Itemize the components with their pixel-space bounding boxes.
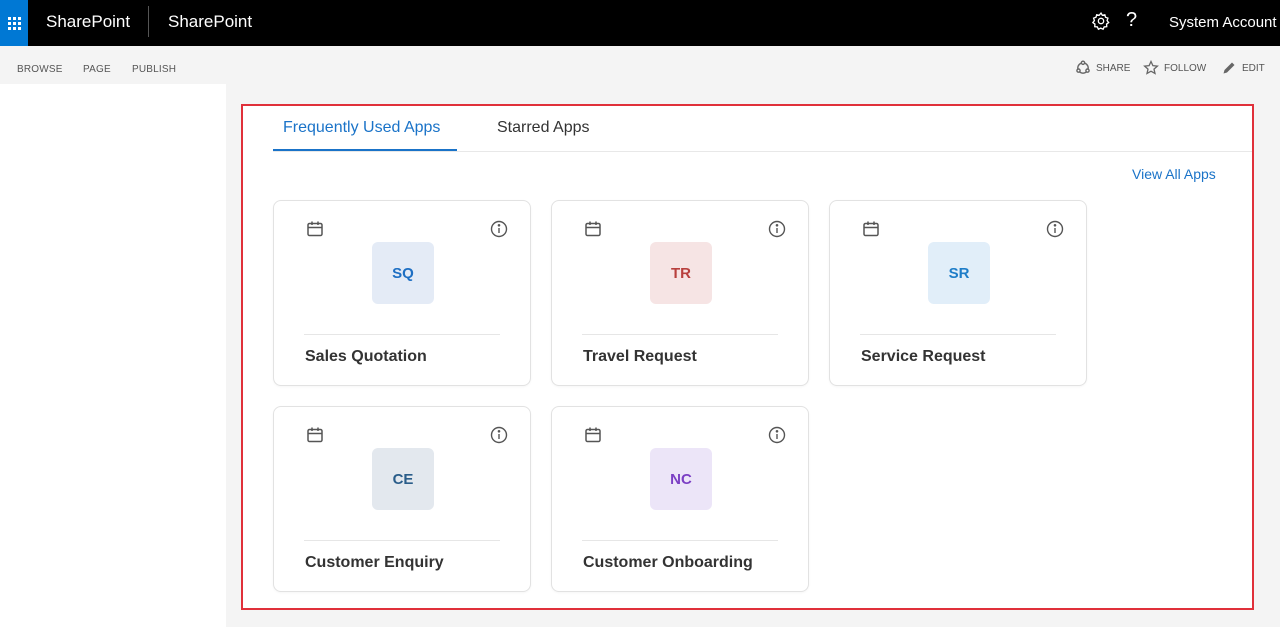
share-label: SHARE xyxy=(1096,62,1131,74)
ribbon-tab-page[interactable]: PAGE xyxy=(83,64,111,75)
active-tab-indicator xyxy=(273,149,457,151)
info-icon[interactable] xyxy=(768,220,786,238)
calendar-icon xyxy=(307,221,323,237)
info-icon[interactable] xyxy=(490,220,508,238)
follow-button[interactable]: FOLLOW xyxy=(1143,60,1206,76)
view-all-apps-link[interactable]: View All Apps xyxy=(1132,166,1216,182)
app-tile: SQ xyxy=(372,242,434,304)
card-divider xyxy=(582,540,778,541)
card-divider xyxy=(860,334,1056,335)
info-icon[interactable] xyxy=(1046,220,1064,238)
info-icon[interactable] xyxy=(768,426,786,444)
calendar-icon xyxy=(307,427,323,443)
brand-label[interactable]: SharePoint xyxy=(46,12,130,32)
waffle-icon xyxy=(7,16,21,30)
ribbon: BROWSE PAGE PUBLISH SHARE FOLLOW EDIT xyxy=(0,46,1280,84)
left-navigation xyxy=(0,84,226,627)
app-name: Customer Onboarding xyxy=(583,554,753,571)
card-divider xyxy=(582,334,778,335)
share-icon xyxy=(1076,60,1090,74)
follow-label: FOLLOW xyxy=(1164,62,1207,74)
pencil-icon xyxy=(1223,62,1235,74)
app-card-customer-enquiry[interactable]: CE Customer Enquiry xyxy=(273,406,531,592)
app-tile: SR xyxy=(928,242,990,304)
app-card-travel-request[interactable]: TR Travel Request xyxy=(551,200,809,386)
app-card-sales-quotation[interactable]: SQ Sales Quotation xyxy=(273,200,531,386)
calendar-icon xyxy=(863,221,879,237)
star-icon xyxy=(1143,60,1159,75)
edit-button[interactable]: EDIT xyxy=(1221,60,1265,76)
app-tile: NC xyxy=(650,448,712,510)
ribbon-tab-browse[interactable]: BROWSE xyxy=(17,64,63,75)
app-name: Travel Request xyxy=(583,348,697,365)
calendar-icon xyxy=(585,427,601,443)
apps-panel: Frequently Used Apps Starred Apps View A… xyxy=(241,104,1254,610)
app-name: Customer Enquiry xyxy=(305,554,444,571)
app-tile: TR xyxy=(650,242,712,304)
card-divider xyxy=(304,540,500,541)
tab-starred-apps[interactable]: Starred Apps xyxy=(497,119,590,137)
calendar-icon xyxy=(585,221,601,237)
share-button[interactable]: SHARE xyxy=(1075,60,1130,76)
apps-tab-bar: Frequently Used Apps Starred Apps xyxy=(273,106,1252,152)
gear-icon[interactable] xyxy=(1091,11,1111,31)
edit-label: EDIT xyxy=(1242,62,1265,74)
card-divider xyxy=(304,334,500,335)
brand-divider xyxy=(148,6,149,37)
suite-bar: SharePoint SharePoint ? System Account xyxy=(0,0,1280,46)
app-card-customer-onboarding[interactable]: NC Customer Onboarding xyxy=(551,406,809,592)
tab-frequently-used-apps[interactable]: Frequently Used Apps xyxy=(283,119,440,137)
info-icon[interactable] xyxy=(490,426,508,444)
app-launcher-button[interactable] xyxy=(0,0,28,46)
site-title[interactable]: SharePoint xyxy=(168,12,252,32)
ribbon-tab-publish[interactable]: PUBLISH xyxy=(132,64,176,75)
app-card-service-request[interactable]: SR Service Request xyxy=(829,200,1087,386)
help-icon[interactable]: ? xyxy=(1126,9,1137,32)
app-name: Service Request xyxy=(861,348,986,365)
user-account-menu[interactable]: System Account xyxy=(1169,14,1277,31)
app-tile: CE xyxy=(372,448,434,510)
app-name: Sales Quotation xyxy=(305,348,427,365)
